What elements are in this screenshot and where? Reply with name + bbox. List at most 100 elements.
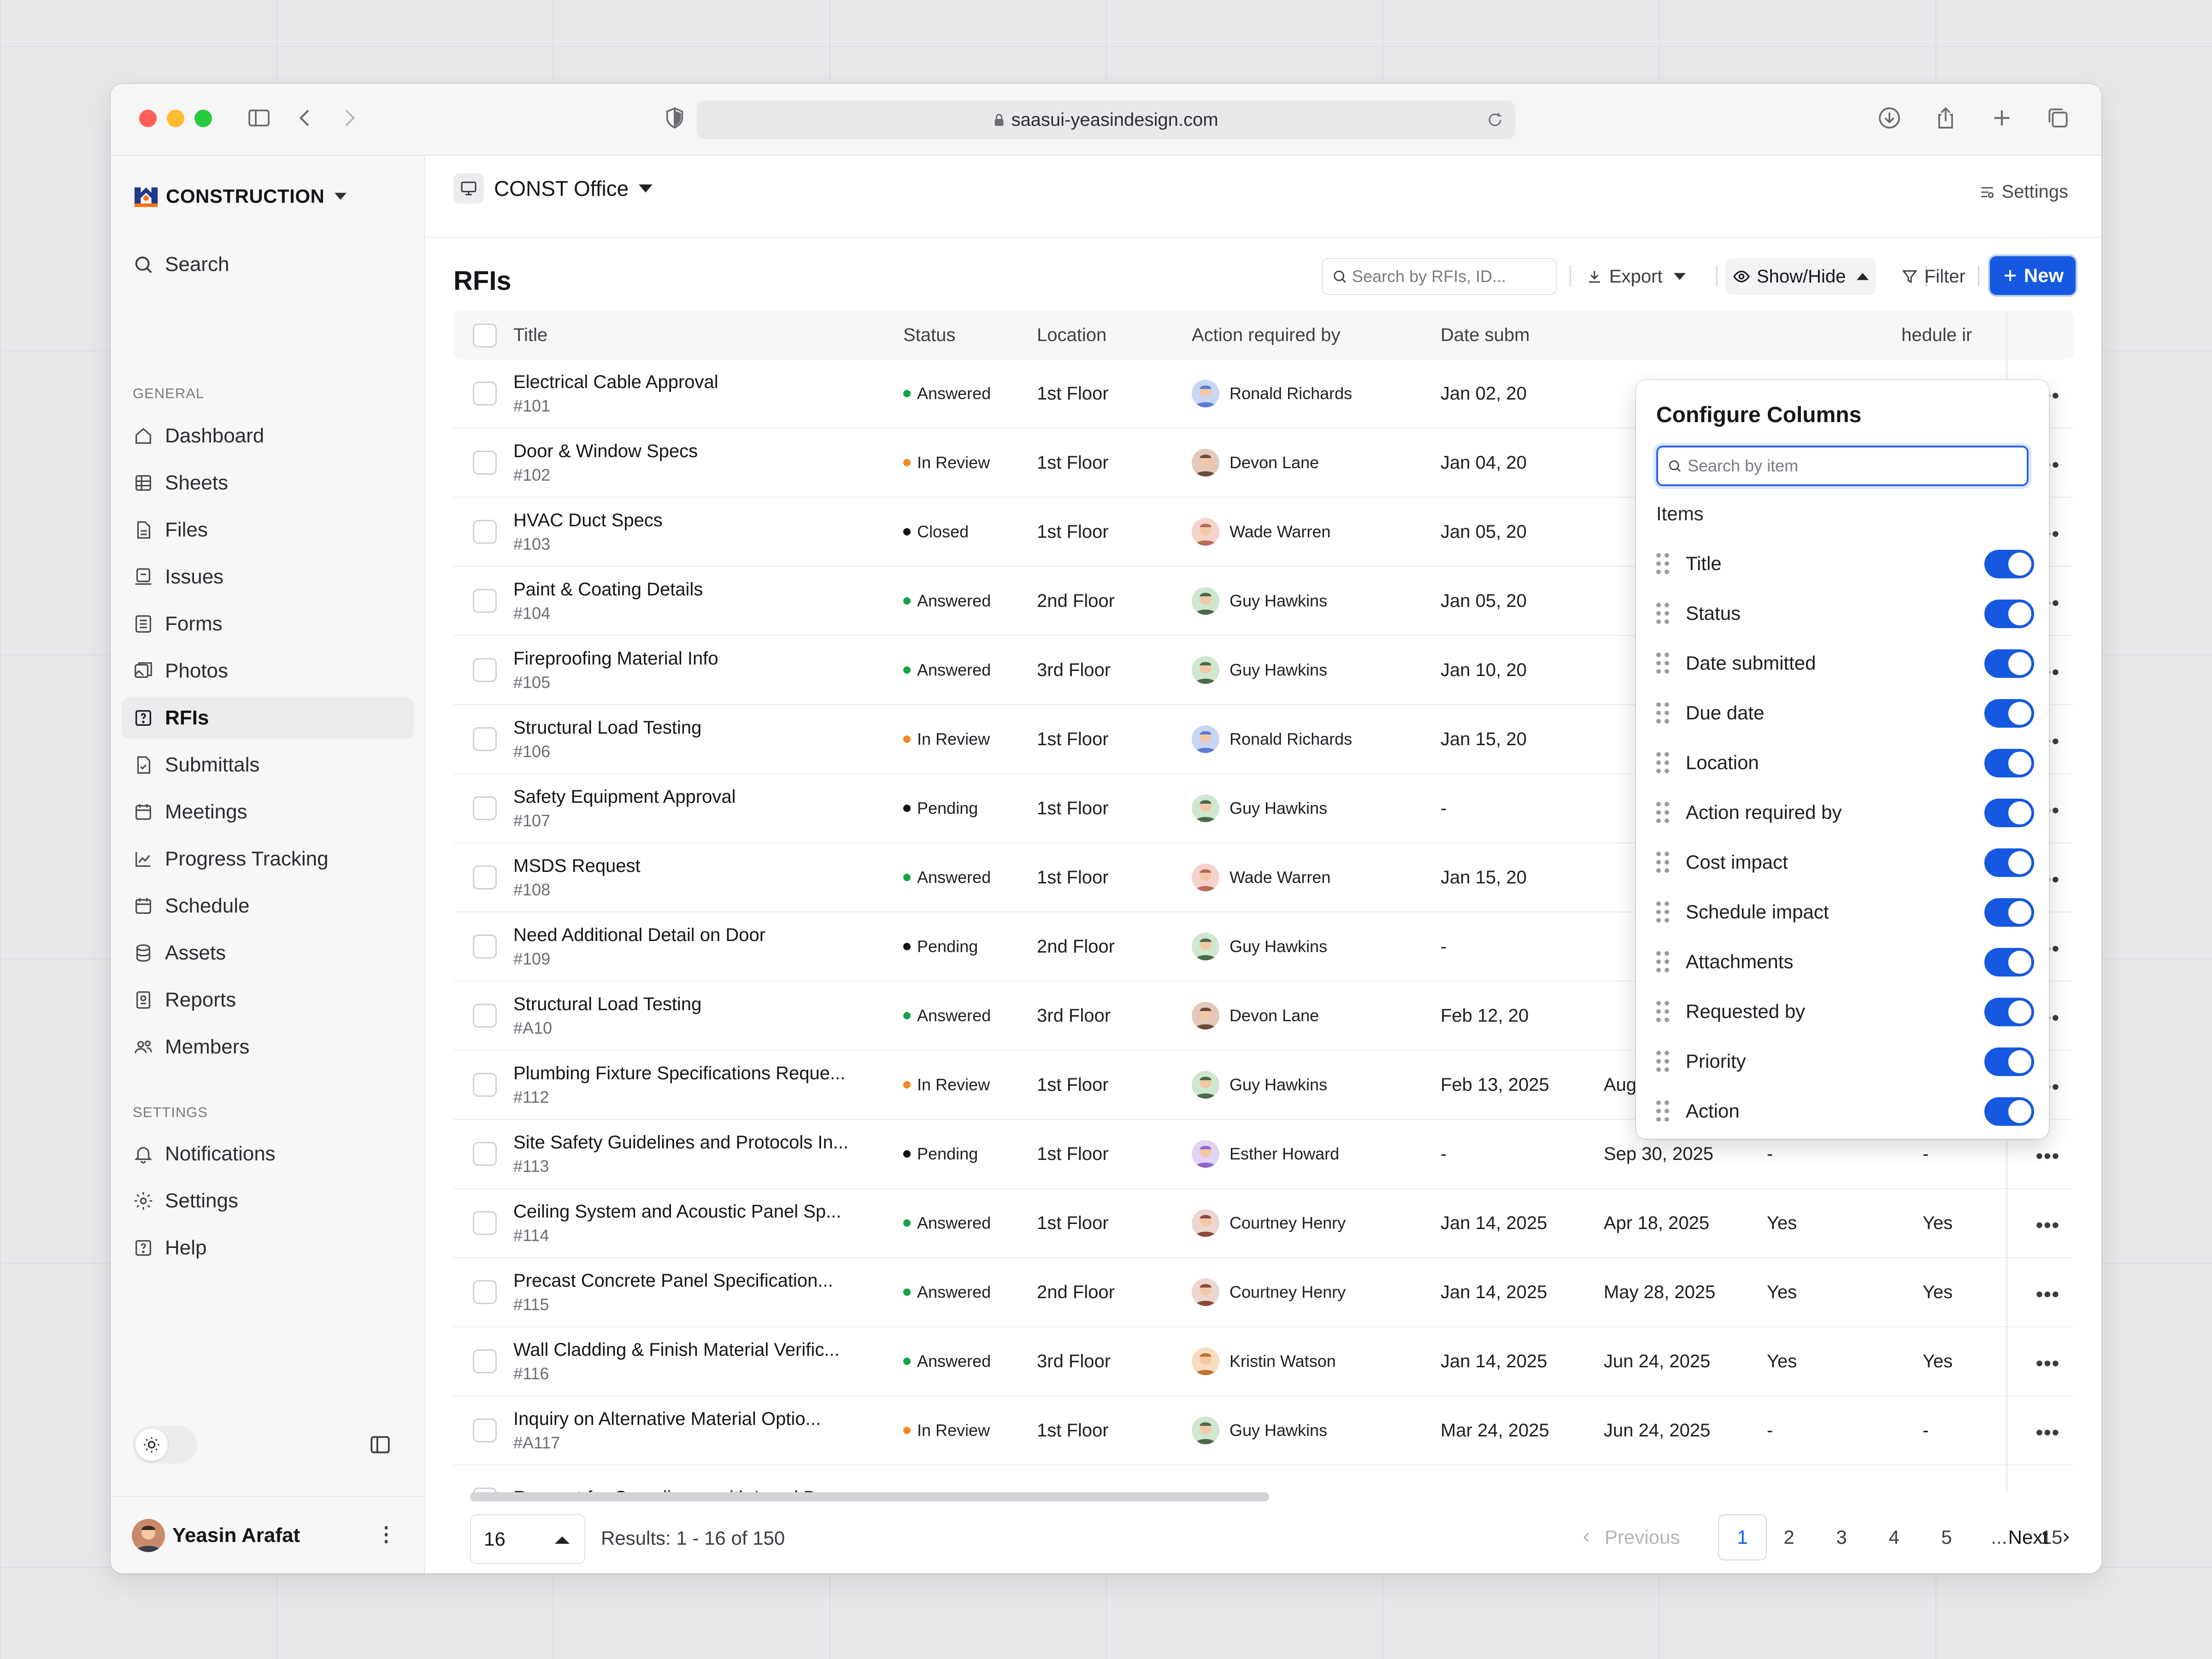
sidebar-item-sheets[interactable]: Sheets — [122, 462, 414, 504]
title-cell[interactable]: Electrical Cable Approval #101 — [513, 359, 718, 428]
column-toggle[interactable] — [1984, 1097, 2034, 1126]
column-header-action-required[interactable]: Action required by — [1192, 311, 1340, 359]
sidebar-item-submittals[interactable]: Submittals — [122, 744, 414, 786]
column-toggle[interactable] — [1984, 799, 2034, 827]
download-icon[interactable] — [1876, 104, 1903, 132]
title-cell[interactable]: Door & Window Specs #102 — [513, 429, 698, 497]
drag-handle-icon[interactable] — [1656, 852, 1669, 873]
column-toggle[interactable] — [1984, 600, 2034, 628]
row-checkbox[interactable] — [473, 727, 497, 751]
column-toggle[interactable] — [1984, 699, 2034, 728]
rfi-search-input[interactable]: Search by RFIs, ID... — [1322, 258, 1557, 295]
column-option[interactable]: Title — [1656, 545, 2034, 582]
title-cell[interactable]: Fireproofing Material Info #105 — [513, 636, 718, 704]
title-cell[interactable]: MSDS Request #108 — [513, 843, 641, 912]
drag-handle-icon[interactable] — [1656, 553, 1669, 574]
page-4-button[interactable]: 4 — [1876, 1514, 1912, 1560]
row-checkbox[interactable] — [473, 1211, 497, 1235]
horizontal-scrollbar[interactable] — [470, 1492, 1269, 1501]
column-toggle[interactable] — [1984, 998, 2034, 1026]
title-cell[interactable]: Ceiling System and Acoustic Panel Sp... #… — [513, 1189, 841, 1257]
row-checkbox[interactable] — [473, 935, 497, 959]
column-toggle[interactable] — [1984, 649, 2034, 678]
row-checkbox[interactable] — [473, 1349, 497, 1373]
page-2-button[interactable]: 2 — [1771, 1514, 1807, 1560]
previous-page-button[interactable]: Previous — [1580, 1514, 1680, 1560]
reload-icon[interactable] — [1487, 112, 1503, 128]
drag-handle-icon[interactable] — [1656, 1100, 1669, 1122]
column-toggle[interactable] — [1984, 898, 2034, 927]
title-cell[interactable]: HVAC Duct Specs #103 — [513, 498, 663, 566]
select-all-checkbox[interactable] — [473, 324, 497, 347]
column-option[interactable]: Location — [1656, 744, 2034, 781]
show-hide-button[interactable]: Show/Hide — [1725, 258, 1877, 295]
new-tab-icon[interactable] — [1988, 104, 2016, 132]
sidebar-item-meetings[interactable]: Meetings — [122, 791, 414, 833]
row-checkbox[interactable] — [473, 382, 497, 406]
title-cell[interactable]: Plumbing Fixture Specifications Reque...… — [513, 1051, 845, 1119]
row-checkbox[interactable] — [473, 520, 497, 544]
row-checkbox[interactable] — [473, 1073, 497, 1097]
header-settings-button[interactable]: Settings — [1978, 182, 2068, 202]
column-header-status[interactable]: Status — [903, 311, 955, 359]
drag-handle-icon[interactable] — [1656, 802, 1669, 823]
column-option[interactable]: Cost impact — [1656, 844, 2034, 881]
sidebar-toggle-icon[interactable] — [245, 104, 273, 132]
title-cell[interactable]: Structural Load Testing #A10 — [513, 982, 701, 1050]
title-cell[interactable]: Safety Equipment Approval #107 — [513, 774, 736, 842]
rows-per-page-select[interactable]: 16 — [470, 1514, 585, 1564]
back-icon[interactable] — [291, 104, 319, 132]
row-checkbox[interactable] — [473, 1142, 497, 1166]
column-option[interactable]: Attachments — [1656, 943, 2034, 980]
column-header-location[interactable]: Location — [1037, 311, 1106, 359]
column-header-schedule-impact[interactable]: hedule ir — [1901, 311, 1972, 359]
title-cell[interactable]: Precast Concrete Panel Specification... #… — [513, 1258, 833, 1326]
row-actions-icon[interactable]: ••• — [2036, 1214, 2060, 1237]
title-cell[interactable]: Structural Load Testing #106 — [513, 705, 701, 773]
column-search-input[interactable]: Search by item — [1656, 446, 2029, 486]
filter-button[interactable]: Filter — [1894, 258, 1973, 295]
column-option[interactable]: Priority — [1656, 1043, 2034, 1080]
user-menu-icon[interactable]: ⋮ — [376, 1523, 396, 1546]
drag-handle-icon[interactable] — [1656, 603, 1669, 624]
table-row[interactable]: Ceiling System and Acoustic Panel Sp... #… — [453, 1189, 2074, 1258]
row-checkbox[interactable] — [473, 1004, 497, 1028]
sidebar-item-help[interactable]: Help — [122, 1227, 414, 1269]
row-checkbox[interactable] — [473, 451, 497, 475]
sidebar-item-reports[interactable]: Reports — [122, 979, 414, 1021]
shield-icon[interactable] — [661, 104, 688, 132]
drag-handle-icon[interactable] — [1656, 1001, 1669, 1022]
page-5-button[interactable]: 5 — [1928, 1514, 1965, 1560]
new-rfi-button[interactable]: New — [1990, 256, 2076, 295]
address-bar[interactable]: saasui-yeasindesign.com — [697, 100, 1515, 139]
drag-handle-icon[interactable] — [1656, 901, 1669, 923]
title-cell[interactable]: Paint & Coating Details #104 — [513, 567, 703, 635]
row-checkbox[interactable] — [473, 796, 497, 820]
close-window-button[interactable] — [139, 110, 157, 127]
column-option[interactable]: Action — [1656, 1093, 2034, 1130]
row-actions-icon[interactable]: ••• — [2036, 1352, 2060, 1375]
row-checkbox[interactable] — [473, 589, 497, 613]
row-actions-icon[interactable]: ••• — [2036, 1283, 2060, 1306]
sidebar-item-progress-tracking[interactable]: Progress Tracking — [122, 838, 414, 880]
column-header-title[interactable]: Title — [513, 311, 547, 359]
sidebar-item-notifications[interactable]: Notifications — [122, 1133, 414, 1175]
drag-handle-icon[interactable] — [1656, 752, 1669, 773]
user-profile[interactable]: Yeasin Arafat ⋮ — [111, 1496, 425, 1573]
column-option[interactable]: Date submitted — [1656, 645, 2034, 682]
sidebar-item-settings[interactable]: Settings — [122, 1180, 414, 1222]
sidebar-item-issues[interactable]: Issues — [122, 556, 414, 598]
row-checkbox[interactable] — [473, 658, 497, 682]
column-toggle[interactable] — [1984, 550, 2034, 578]
column-option[interactable]: Status — [1656, 595, 2034, 632]
title-cell[interactable]: Need Additional Detail on Door #109 — [513, 912, 765, 981]
drag-handle-icon[interactable] — [1656, 1051, 1669, 1072]
column-option[interactable]: Schedule impact — [1656, 894, 2034, 930]
drag-handle-icon[interactable] — [1656, 653, 1669, 674]
title-cell[interactable]: Wall Cladding & Finish Material Verific.… — [513, 1327, 840, 1395]
column-toggle[interactable] — [1984, 948, 2034, 977]
table-row[interactable]: Precast Concrete Panel Specification... #… — [453, 1258, 2074, 1327]
sidebar-item-schedule[interactable]: Schedule — [122, 885, 414, 927]
column-toggle[interactable] — [1984, 1047, 2034, 1076]
export-button[interactable]: Export — [1579, 258, 1693, 295]
